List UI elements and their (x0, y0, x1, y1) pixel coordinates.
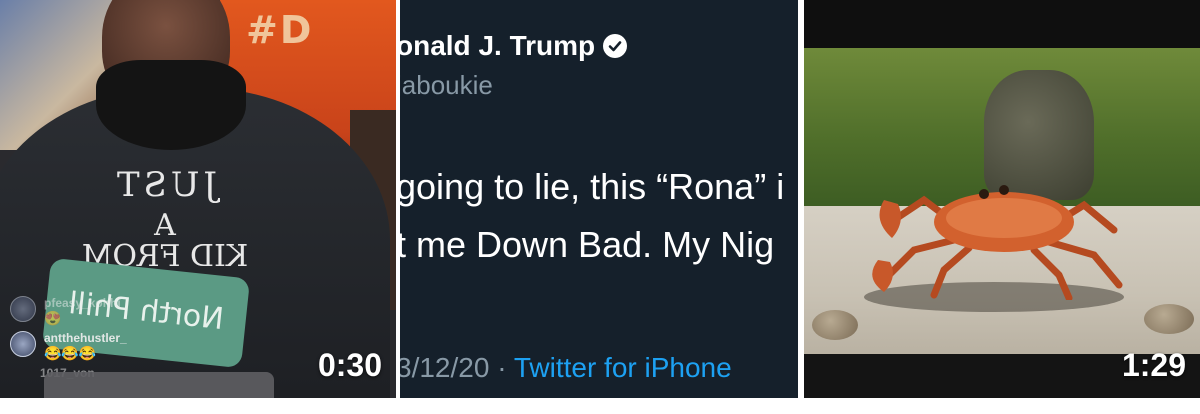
comment-emoji: 😂😂😂 (44, 345, 97, 361)
person-beard (96, 60, 246, 150)
wall-sign-text: #D (246, 8, 314, 52)
tweet-display-name[interactable]: onald J. Trump (400, 30, 595, 62)
tweet-metadata: 3/12/20 · Twitter for iPhone (400, 352, 732, 384)
video-thumbnail-3[interactable]: 1:29 (804, 0, 1200, 398)
phone-in-hand (44, 372, 274, 398)
comment-username[interactable]: antthehustler_ (44, 331, 127, 345)
shirt-print: JUST A KID FROM (50, 165, 280, 274)
shirt-line-2: A (154, 207, 176, 243)
video-thumbnail-1[interactable]: #D JUST A KID FROM North Phill pfeasy_ko… (0, 0, 396, 398)
video-thumbnail-strip: #D JUST A KID FROM North Phill pfeasy_ko… (0, 0, 1200, 414)
crab-illustration (872, 185, 1123, 300)
live-comment: pfeasy_kohhi 😍 (10, 296, 250, 327)
tweet-handle[interactable]: jaboukie (400, 70, 493, 101)
tweet-meta-separator: · (497, 352, 507, 383)
pebble (1144, 304, 1194, 334)
video-duration: 0:30 (317, 347, 382, 383)
comment-emoji: 😍 (44, 310, 62, 326)
tweet-text-line-1: going to lie, this “Rona” i (400, 166, 785, 207)
comment-username[interactable]: pfeasy_kohhi (44, 296, 121, 310)
video-thumbnail-2[interactable]: onald J. Trump jaboukie going to lie, th… (400, 0, 798, 398)
avatar[interactable] (10, 296, 36, 322)
verified-badge-icon (603, 34, 628, 58)
shirt-line-1: JUST (112, 165, 218, 205)
tweet-author-row: onald J. Trump (400, 30, 628, 62)
live-comments: pfeasy_kohhi 😍 antthehustler_ 😂😂😂 1017_v… (10, 296, 250, 384)
tweet-source-link[interactable]: Twitter for iPhone (514, 352, 732, 383)
avatar[interactable] (10, 331, 36, 357)
video-duration: 1:29 (1121, 347, 1186, 383)
tweet-date: 3/12/20 (400, 352, 490, 383)
live-comment: antthehustler_ 😂😂😂 (10, 331, 250, 362)
tweet-text-line-2: t me Down Bad. My Nig (400, 224, 775, 265)
letterbox-top (804, 0, 1200, 50)
pebble (812, 310, 858, 340)
